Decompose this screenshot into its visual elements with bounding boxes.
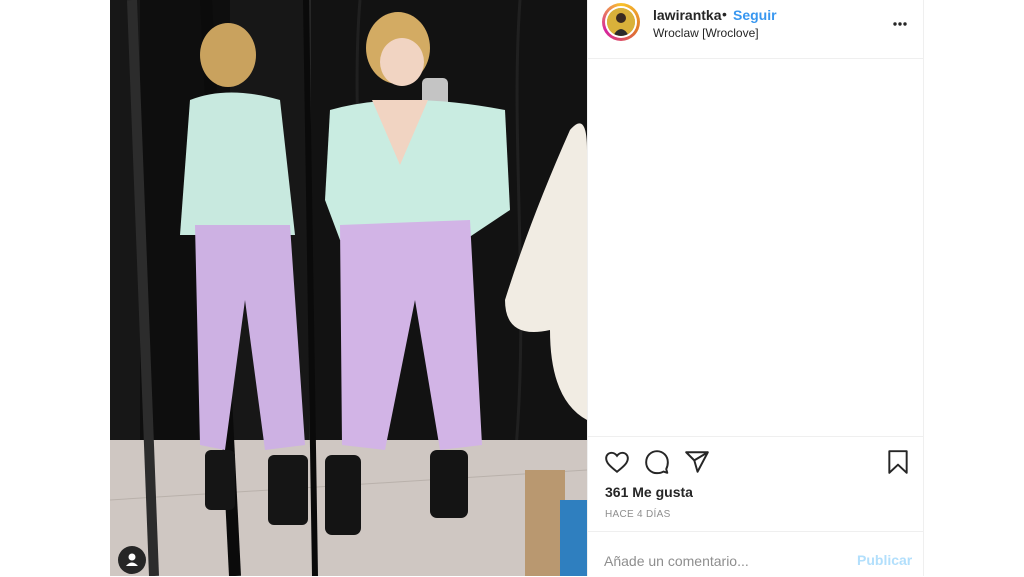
profile-picture [607, 8, 635, 36]
more-options-icon[interactable] [890, 14, 910, 34]
user-tag-icon[interactable] [118, 546, 146, 574]
post-photo[interactable] [110, 0, 587, 576]
like-count[interactable]: 361 Me gusta [605, 484, 693, 500]
post-details-panel: lawirantka • Seguir Wroclaw [Wroclove] 3… [587, 0, 924, 576]
username-link[interactable]: lawirantka [653, 7, 721, 23]
publish-button[interactable]: Publicar [857, 552, 912, 568]
separator-dot: • [722, 6, 727, 22]
comment-bar: Publicar [588, 531, 923, 577]
comment-icon[interactable] [644, 449, 670, 480]
share-icon[interactable] [684, 449, 710, 480]
bookmark-icon[interactable] [885, 449, 911, 480]
post-timestamp[interactable]: HACE 4 DÍAS [605, 509, 671, 520]
action-bar [588, 436, 923, 487]
avatar[interactable] [602, 3, 640, 41]
location-link[interactable]: Wroclaw [Wroclove] [653, 26, 759, 40]
heart-icon[interactable] [604, 449, 630, 480]
mirror-selfie-image [110, 0, 587, 576]
comment-input[interactable] [604, 552, 824, 570]
post-header: lawirantka • Seguir Wroclaw [Wroclove] [588, 0, 923, 59]
follow-button[interactable]: Seguir [733, 7, 777, 23]
